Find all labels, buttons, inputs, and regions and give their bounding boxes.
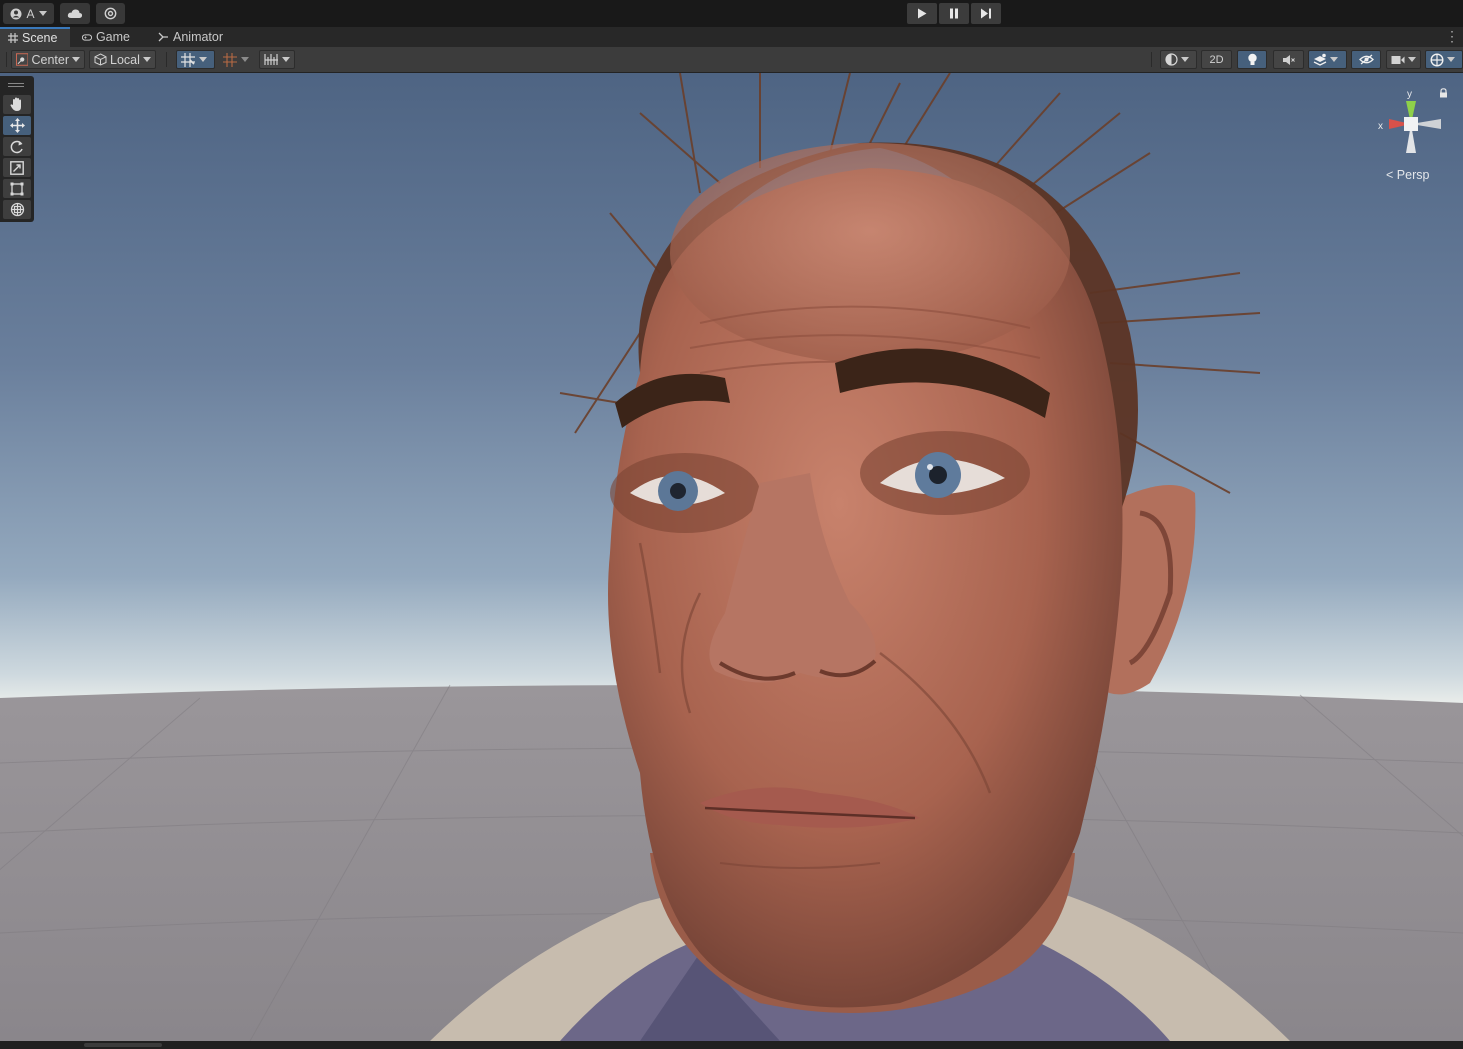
rotate-icon — [10, 140, 23, 153]
move-arrows-icon — [9, 118, 25, 133]
less-than-icon: < — [1386, 168, 1394, 182]
grid-snap-icon — [181, 52, 195, 67]
2d-label: 2D — [1209, 53, 1224, 66]
transform-tool-button[interactable] — [3, 200, 31, 219]
animator-icon — [158, 32, 168, 42]
rect-tool-button[interactable] — [3, 179, 31, 198]
window-tabs: Scene Game Animator ⋮ — [0, 27, 1463, 47]
scale-tool-button[interactable] — [3, 158, 31, 177]
move-tool-button[interactable] — [3, 116, 31, 135]
tab-animator-label: Animator — [173, 30, 224, 44]
toolbar-divider — [166, 52, 167, 67]
step-button[interactable] — [971, 3, 1001, 24]
pivot-position-dropdown[interactable]: Center — [11, 50, 85, 69]
chevron-down-icon — [1447, 57, 1455, 62]
pause-button[interactable] — [939, 3, 969, 24]
lock-icon[interactable] — [1439, 88, 1448, 98]
chevron-down-icon — [142, 57, 151, 62]
scene-visibility-toggle[interactable] — [1351, 50, 1381, 69]
2d-toggle[interactable]: 2D — [1201, 50, 1232, 69]
horizontal-scrollbar[interactable] — [0, 1041, 1463, 1049]
toolbar-divider — [6, 52, 7, 67]
effects-dropdown[interactable] — [1308, 50, 1347, 69]
user-icon — [10, 8, 22, 19]
cloud-button[interactable] — [60, 3, 90, 24]
x-axis-label: x — [1378, 121, 1383, 132]
projection-label: Persp — [1396, 168, 1430, 182]
chevron-down-icon — [1181, 57, 1189, 62]
chevron-down-icon — [241, 57, 249, 62]
account-dropdown[interactable]: A — [3, 3, 54, 24]
hand-tool-button[interactable] — [3, 95, 31, 114]
ruler-toggle[interactable] — [259, 50, 295, 69]
step-icon — [981, 8, 991, 19]
play-icon — [918, 8, 927, 19]
title-bar: A — [0, 0, 1463, 27]
pivot-center-icon — [16, 53, 29, 66]
chevron-down-icon — [72, 57, 80, 62]
tools-overlay — [0, 76, 34, 222]
shaded-sphere-icon — [1165, 53, 1178, 66]
scene-render — [0, 73, 1463, 1041]
rect-transform-icon — [10, 182, 24, 195]
gizmo-globe-icon — [1430, 52, 1444, 67]
lighting-toggle[interactable] — [1237, 50, 1267, 69]
scene-toolbar: Center Local 2D — [0, 47, 1463, 73]
scale-icon — [10, 160, 24, 175]
gamepad-icon — [82, 33, 92, 41]
pause-icon — [950, 8, 958, 19]
tab-scene-label: Scene — [22, 31, 58, 45]
gizmos-dropdown[interactable] — [1425, 50, 1463, 69]
toolbar-divider — [1151, 52, 1152, 67]
projection-toggle[interactable]: < Persp — [1386, 168, 1429, 182]
grid-snapping-toggle[interactable] — [176, 50, 215, 69]
hidden-eye-icon — [1358, 54, 1374, 65]
rotate-tool-button[interactable] — [3, 137, 31, 156]
chevron-down-icon — [199, 57, 207, 62]
audio-mute-icon — [1283, 54, 1295, 65]
draw-mode-dropdown[interactable] — [1160, 50, 1197, 69]
tab-game-label: Game — [95, 30, 130, 44]
center-cube[interactable] — [1404, 117, 1418, 131]
chevron-down-icon — [282, 57, 290, 62]
cloud-icon — [67, 9, 83, 18]
camera-dropdown[interactable] — [1386, 50, 1421, 69]
camera-icon — [1391, 55, 1405, 64]
scene-viewport[interactable]: y x < Persp — [0, 73, 1463, 1041]
pivot-label: Center — [31, 52, 69, 67]
tab-animator[interactable]: Animator — [150, 27, 234, 47]
drag-handle[interactable] — [8, 83, 24, 87]
transform-icon — [10, 202, 24, 217]
y-axis-label: y — [1407, 89, 1412, 100]
pivot-rotation-dropdown[interactable]: Local — [89, 50, 156, 69]
scrollbar-thumb[interactable] — [84, 1043, 162, 1047]
more-options-icon[interactable]: ⋮ — [1445, 29, 1459, 43]
local-space-icon — [94, 53, 107, 66]
services-button[interactable] — [96, 3, 125, 24]
effects-layers-icon — [1313, 53, 1327, 66]
light-bulb-icon — [1247, 53, 1257, 65]
tab-game[interactable]: Game — [74, 27, 138, 47]
tab-scene[interactable]: Scene — [0, 27, 70, 47]
play-button[interactable] — [907, 3, 937, 24]
chevron-down-icon — [38, 11, 47, 16]
account-label: A — [26, 6, 35, 21]
increment-snapping-toggle[interactable] — [218, 50, 256, 69]
grid-icon — [8, 33, 18, 43]
audio-toggle[interactable] — [1273, 50, 1304, 69]
settings-icon — [104, 7, 117, 20]
chevron-down-icon — [1408, 57, 1416, 62]
space-label: Local — [110, 52, 140, 67]
chevron-down-icon — [1330, 57, 1338, 62]
hand-icon — [10, 97, 21, 111]
increment-snap-icon — [223, 52, 237, 67]
ruler-icon — [264, 54, 278, 65]
